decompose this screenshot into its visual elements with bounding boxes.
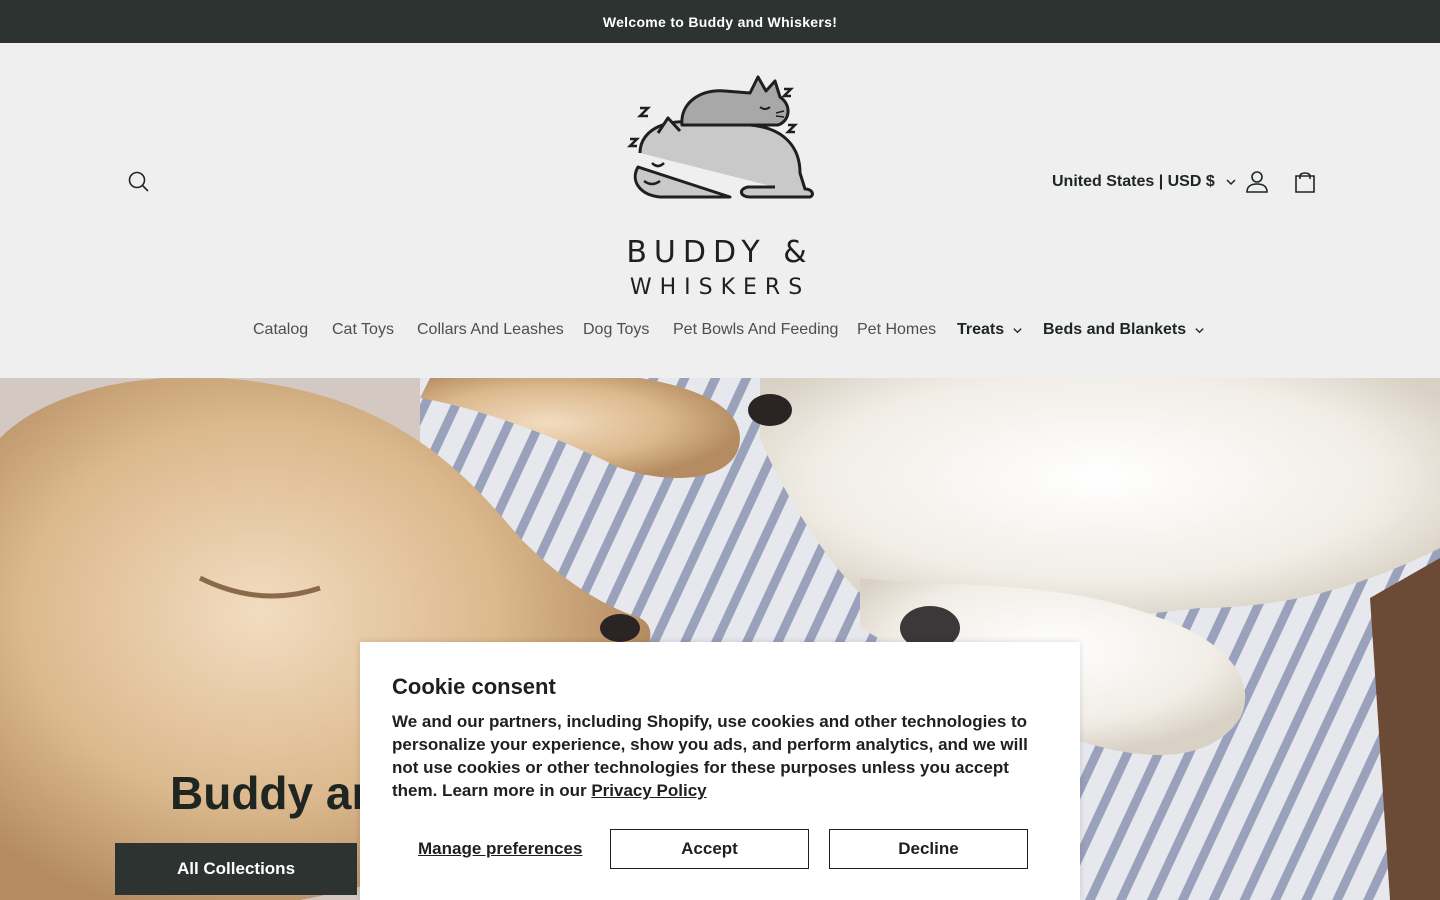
nav-label: Beds and Blankets — [1043, 321, 1187, 338]
cookie-body-text: We and our partners, including Shopify, … — [392, 712, 1028, 800]
announcement-bar: Welcome to Buddy and Whiskers! — [0, 0, 1440, 43]
main-navigation: Catalog Cat Toys Collars And Leashes Dog… — [0, 321, 1440, 349]
logo-text-line2: WHISKERS — [629, 275, 811, 300]
all-collections-button[interactable]: All Collections — [115, 843, 357, 895]
nav-item-treats[interactable]: Treats — [957, 321, 1023, 339]
nav-item-pet-homes[interactable]: Pet Homes — [857, 321, 936, 339]
site-logo[interactable]: BUDDY & WHISKERS — [600, 63, 840, 300]
nav-label: Treats — [957, 321, 1005, 338]
chevron-down-icon — [1195, 327, 1204, 333]
nav-label: Pet Bowls And Feeding — [673, 321, 839, 338]
nav-label: Collars And Leashes — [417, 321, 564, 338]
chevron-down-icon — [1226, 179, 1236, 186]
sleeping-pets-logo-icon — [626, 75, 814, 199]
nav-item-beds-and-blankets[interactable]: Beds and Blankets — [1043, 321, 1205, 339]
nav-item-dog-toys[interactable]: Dog Toys — [583, 321, 649, 339]
cookie-title: Cookie consent — [392, 674, 556, 699]
privacy-policy-link[interactable]: Privacy Policy — [591, 781, 706, 800]
country-currency-selector[interactable]: United States | USD $ — [1052, 169, 1237, 195]
accept-button[interactable]: Accept — [610, 829, 809, 869]
nav-item-cat-toys[interactable]: Cat Toys — [332, 321, 394, 339]
manage-preferences-link[interactable]: Manage preferences — [418, 829, 582, 869]
country-label: United States | USD $ — [1052, 173, 1215, 190]
search-button[interactable] — [124, 167, 154, 197]
nav-label: Pet Homes — [857, 321, 937, 338]
search-icon — [128, 171, 149, 192]
nav-item-catalog[interactable]: Catalog — [253, 321, 308, 339]
account-button[interactable] — [1242, 167, 1272, 197]
nav-item-pet-bowls-and-feeding[interactable]: Pet Bowls And Feeding — [673, 321, 838, 339]
nav-label: Cat Toys — [332, 321, 394, 338]
decline-button[interactable]: Decline — [829, 829, 1028, 869]
logo-text-line1: BUDDY & — [626, 235, 814, 270]
cookie-consent-dialog: Cookie consent We and our partners, incl… — [360, 642, 1080, 900]
chevron-down-icon — [1013, 327, 1022, 333]
announcement-text: Welcome to Buddy and Whiskers! — [602, 13, 838, 30]
cookie-actions: Manage preferences Accept Decline — [392, 829, 1048, 869]
site-header: BUDDY & WHISKERS United States | USD $ C… — [0, 43, 1440, 378]
nav-label: Dog Toys — [583, 321, 650, 338]
bag-icon — [1295, 172, 1315, 193]
cookie-body: We and our partners, including Shopify, … — [392, 710, 1048, 802]
nav-label: Catalog — [253, 321, 309, 338]
cart-button[interactable] — [1290, 167, 1320, 197]
user-icon — [1246, 171, 1268, 193]
nav-item-collars-and-leashes[interactable]: Collars And Leashes — [417, 321, 564, 339]
